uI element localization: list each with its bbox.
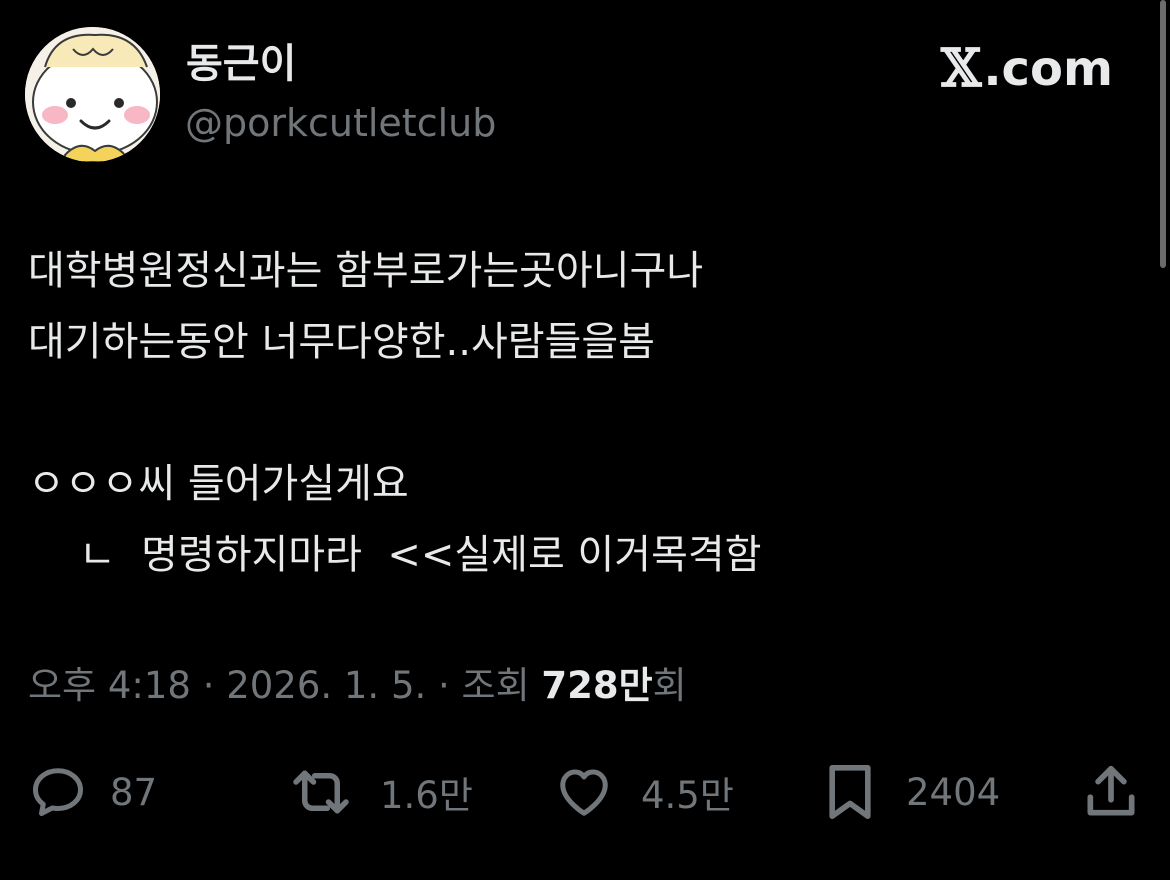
tweet-line: 대학병원정신과는 함부로가는곳아니구나 <box>28 248 704 294</box>
like-button[interactable]: 4.5만 <box>553 760 734 824</box>
share-button[interactable] <box>1080 760 1142 824</box>
retweet-count: 1.6만 <box>380 774 473 817</box>
share-icon <box>1080 761 1142 823</box>
brand-domain: .com <box>983 41 1113 97</box>
reply-button[interactable]: 87 <box>28 760 157 824</box>
tweet-line: ㄴ 명령하지마라 <<실제로 이거목격함 <box>28 532 762 578</box>
bookmark-icon <box>822 761 878 823</box>
tweet-meta: 오후 4:18 · 2026. 1. 5. · 조회 728만회 <box>28 660 687 712</box>
heart-icon <box>553 762 615 822</box>
user-handle[interactable]: @porkcutletclub <box>185 98 496 148</box>
reply-count: 87 <box>110 770 158 814</box>
avatar-image <box>25 27 160 162</box>
x-logo-icon: 𝕏 <box>940 38 982 99</box>
display-name[interactable]: 동근이 <box>186 38 296 90</box>
avatar[interactable] <box>25 27 160 162</box>
like-count: 4.5만 <box>641 774 734 817</box>
scrollbar[interactable] <box>1160 0 1166 268</box>
view-count-suffix: 회 <box>652 664 687 707</box>
timestamp-and-date[interactable]: 오후 4:18 · 2026. 1. 5. · 조회 <box>28 664 541 707</box>
tweet-text: 대학병원정신과는 함부로가는곳아니구나 대기하는동안 너무다양한..사람들을봄 … <box>28 236 1128 591</box>
x-com-watermark: 𝕏 .com <box>941 38 1113 100</box>
tweet-line: ㅇㅇㅇ씨 들어가실게요 <box>28 461 409 507</box>
bookmark-button[interactable]: 2404 <box>822 760 1000 824</box>
reply-bubble-icon <box>28 762 88 822</box>
tweet-line: 대기하는동안 너무다양한..사람들을봄 <box>28 319 655 365</box>
bookmark-count: 2404 <box>906 770 1001 814</box>
view-count: 728만 <box>541 664 653 707</box>
retweet-icon <box>288 762 354 822</box>
retweet-button[interactable]: 1.6만 <box>288 760 473 824</box>
action-bar: 87 1.6만 4.5만 2404 <box>0 760 1170 824</box>
